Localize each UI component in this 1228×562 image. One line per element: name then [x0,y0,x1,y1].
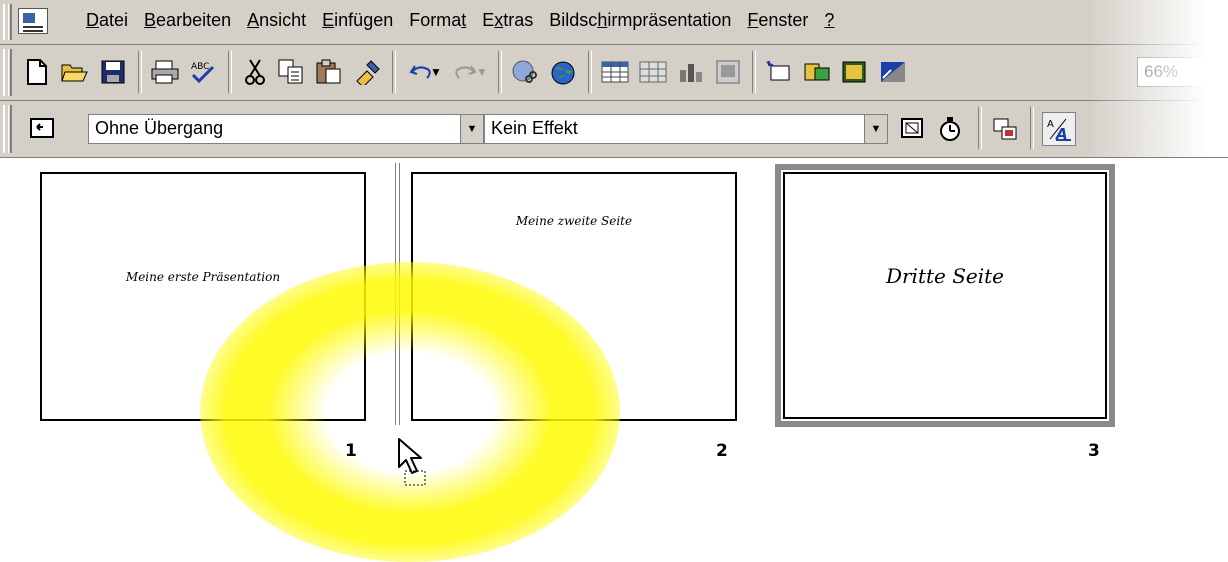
rehearse-timings-icon[interactable] [934,112,968,146]
show-formatting-icon[interactable] [800,55,834,89]
menu-help[interactable]: ? [824,10,834,31]
tables-borders-icon[interactable] [636,55,670,89]
new-document-icon[interactable] [20,55,54,89]
effect-select[interactable]: Kein Effekt ▼ [484,114,888,144]
hide-slide-icon[interactable] [896,112,930,146]
menu-items: Datei Bearbeiten Ansicht Einfügen Format… [86,10,834,31]
effect-value: Kein Effekt [491,118,578,138]
show-formatting-toggle-icon[interactable]: AA [1042,112,1076,146]
insert-hyperlink-icon[interactable] [508,55,542,89]
svg-text:A: A [1047,119,1054,130]
menu-bar-grip[interactable] [3,4,12,40]
presentation-window-icon[interactable] [18,8,48,34]
insertion-marker [395,163,400,425]
slide-sorter-toolbar-grip[interactable] [3,105,12,153]
slide-3-title: Dritte Seite [885,264,1005,288]
insert-table-icon[interactable] [598,55,632,89]
menu-ansicht[interactable]: Ansicht [247,10,306,31]
slide-sorter-toolbar: Ohne Übergang ▼ Kein Effekt ▼ AA [0,101,1228,158]
svg-text:ABC: ABC [191,62,209,72]
format-painter-icon[interactable] [350,55,384,89]
expand-icon[interactable] [762,55,796,89]
menu-extras[interactable]: Extras [482,10,533,31]
grayscale-icon[interactable] [876,55,910,89]
web-toolbar-icon[interactable] [546,55,580,89]
transition-dropdown-icon[interactable]: ▼ [460,115,483,143]
menu-bearbeiten[interactable]: Bearbeiten [144,10,231,31]
slide-thumbnail-3-selected[interactable]: Dritte Seite [775,164,1115,427]
menu-einfuegen[interactable]: Einfügen [322,10,393,31]
menu-format[interactable]: Format [409,10,466,31]
slide-number-3: 3 [1088,441,1100,461]
menu-fenster[interactable]: Fenster [747,10,808,31]
copy-icon[interactable] [274,55,308,89]
insert-chart-icon[interactable] [674,55,708,89]
slide-number-2: 2 [716,441,728,461]
save-icon[interactable] [96,55,130,89]
open-folder-icon[interactable] [58,55,92,89]
summary-slide-icon[interactable] [988,112,1022,146]
effect-dropdown-icon[interactable]: ▼ [864,115,887,143]
slide-1-title: Meine erste Präsentation [125,270,281,284]
slide-thumbnail-2[interactable]: Meine zweite Seite [411,172,737,421]
standard-toolbar-grip[interactable] [3,49,12,96]
svg-text:A: A [1055,125,1068,141]
transition-select[interactable]: Ohne Übergang ▼ [88,114,484,144]
spelling-icon[interactable]: ABC [186,55,220,89]
slide-3-frame: Dritte Seite [783,172,1107,419]
slide-number-1: 1 [345,441,357,461]
new-slide-icon[interactable] [712,55,746,89]
redo-dropdown-icon: ▼ [476,65,488,79]
drag-cursor-icon [397,437,431,494]
slide-miniature-icon[interactable] [838,55,872,89]
paste-icon[interactable] [312,55,346,89]
transition-value: Ohne Übergang [95,118,224,138]
slide-2-title: Meine zweite Seite [515,214,633,228]
zoom-combo[interactable]: 66% [1137,57,1217,87]
print-icon[interactable] [148,55,182,89]
menu-bildschirmpraesentation[interactable]: Bildschirmpräsentation [549,10,731,31]
undo-dropdown-icon[interactable]: ▼ [428,55,444,89]
menu-bar: Datei Bearbeiten Ansicht Einfügen Format… [0,0,1228,45]
standard-toolbar: ABC ▼ ▼ 66% [0,45,1228,101]
slide-thumbnail-1[interactable]: Meine erste Präsentation [40,172,366,421]
menu-datei[interactable]: Datei [86,10,128,31]
slide-show-icon[interactable] [26,112,60,146]
cut-icon[interactable] [238,55,272,89]
